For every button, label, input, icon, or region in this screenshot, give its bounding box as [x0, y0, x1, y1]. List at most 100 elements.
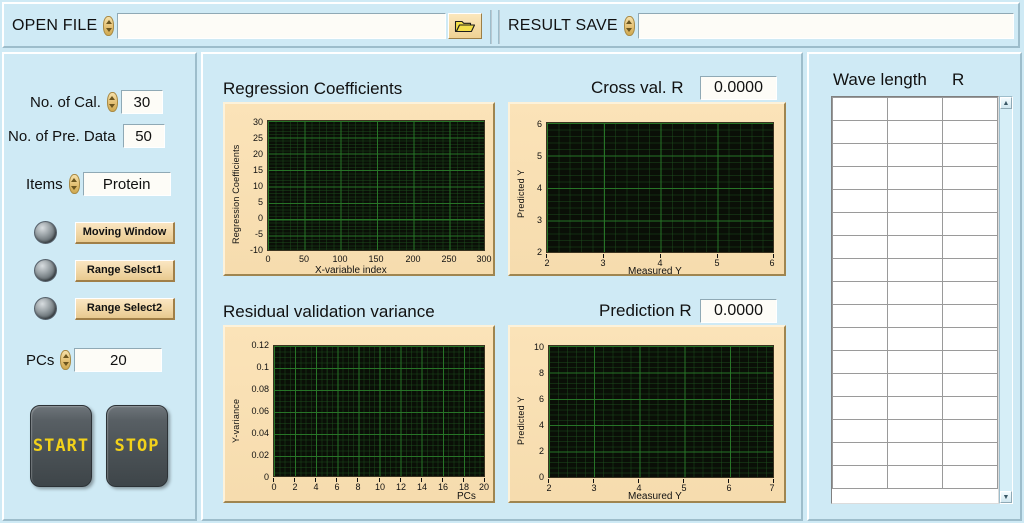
table-cell[interactable]: [887, 258, 943, 282]
table-row[interactable]: [832, 235, 998, 259]
table-cell[interactable]: [832, 327, 888, 351]
table-cell[interactable]: [832, 235, 888, 259]
table-cell[interactable]: [942, 442, 998, 466]
table-cell[interactable]: [887, 419, 943, 443]
table-cell[interactable]: [942, 373, 998, 397]
table-row[interactable]: [832, 442, 998, 466]
no-of-cal-spinner-icon[interactable]: [106, 92, 118, 112]
items-spinner-icon[interactable]: [68, 174, 80, 194]
moving-window-button[interactable]: Moving Window: [75, 221, 175, 244]
table-cell[interactable]: [832, 166, 888, 190]
open-file-path-input[interactable]: [117, 13, 446, 39]
table-cell[interactable]: [942, 258, 998, 282]
table-cell[interactable]: [887, 143, 943, 167]
table-row[interactable]: [832, 304, 998, 328]
table-cell[interactable]: [942, 235, 998, 259]
table-row[interactable]: [832, 166, 998, 190]
table-cell[interactable]: [942, 97, 998, 121]
table-row[interactable]: [832, 419, 998, 443]
items-select[interactable]: Protein: [82, 172, 171, 196]
table-cell[interactable]: [942, 212, 998, 236]
results-table-grid[interactable]: [832, 97, 998, 489]
table-cell[interactable]: [887, 235, 943, 259]
table-cell[interactable]: [887, 212, 943, 236]
table-cell[interactable]: [887, 465, 943, 489]
led-range-select1[interactable]: [34, 259, 57, 282]
table-row[interactable]: [832, 373, 998, 397]
prediction-plot-area[interactable]: [548, 345, 774, 478]
table-cell[interactable]: [887, 281, 943, 305]
results-table-scrollbar[interactable]: ▲ ▼: [999, 96, 1013, 504]
residual-validation-variance-graph[interactable]: Y-variance 0.12 0.1 0.08 0.06 0.04 0.02 …: [223, 325, 495, 503]
table-row[interactable]: [832, 396, 998, 420]
table-cell[interactable]: [832, 143, 888, 167]
result-save-path-input[interactable]: [637, 13, 1014, 39]
led-moving-window[interactable]: [34, 221, 57, 244]
table-cell[interactable]: [942, 143, 998, 167]
pcs-spinner-icon[interactable]: [60, 350, 72, 370]
scroll-down-icon[interactable]: ▼: [1000, 491, 1012, 503]
table-cell[interactable]: [832, 419, 888, 443]
table-row[interactable]: [832, 120, 998, 144]
table-cell[interactable]: [832, 281, 888, 305]
table-cell[interactable]: [887, 166, 943, 190]
cross-validation-graph[interactable]: Predicted Y 6 5 4 3 2 2 3 4 5 6 Measured…: [508, 102, 786, 277]
no-of-pre-data-input[interactable]: 50: [122, 124, 165, 148]
no-of-cal-input[interactable]: 30: [120, 90, 163, 114]
range-select2-button[interactable]: Range Select2: [75, 297, 175, 320]
table-cell[interactable]: [887, 304, 943, 328]
table-cell[interactable]: [942, 281, 998, 305]
range-select1-button[interactable]: Range Selsct1: [75, 259, 175, 282]
table-cell[interactable]: [832, 258, 888, 282]
table-cell[interactable]: [887, 189, 943, 213]
table-cell[interactable]: [832, 465, 888, 489]
results-table[interactable]: [831, 96, 999, 504]
result-save-spinner-icon[interactable]: [623, 16, 635, 36]
table-cell[interactable]: [887, 327, 943, 351]
table-row[interactable]: [832, 258, 998, 282]
table-cell[interactable]: [887, 350, 943, 374]
regression-coefficients-plot-area[interactable]: [267, 120, 485, 251]
table-row[interactable]: [832, 212, 998, 236]
table-cell[interactable]: [942, 396, 998, 420]
table-cell[interactable]: [832, 212, 888, 236]
table-row[interactable]: [832, 143, 998, 167]
regression-coefficients-graph[interactable]: Regression Coefficients 30 25 20 15 10 5…: [223, 102, 495, 276]
folder-open-icon[interactable]: [448, 13, 482, 39]
start-button[interactable]: START: [30, 405, 92, 487]
table-row[interactable]: [832, 189, 998, 213]
table-cell[interactable]: [942, 465, 998, 489]
table-cell[interactable]: [832, 304, 888, 328]
table-cell[interactable]: [887, 120, 943, 144]
table-cell[interactable]: [832, 350, 888, 374]
stop-button[interactable]: STOP: [106, 405, 168, 487]
table-cell[interactable]: [942, 120, 998, 144]
table-cell[interactable]: [832, 97, 888, 121]
pcs-input[interactable]: 20: [74, 348, 163, 372]
scroll-up-icon[interactable]: ▲: [1000, 97, 1012, 109]
table-row[interactable]: [832, 281, 998, 305]
cross-validation-plot-area[interactable]: [546, 122, 774, 253]
table-cell[interactable]: [887, 373, 943, 397]
table-row[interactable]: [832, 350, 998, 374]
table-cell[interactable]: [942, 327, 998, 351]
led-range-select2[interactable]: [34, 297, 57, 320]
table-cell[interactable]: [832, 373, 888, 397]
open-file-spinner-icon[interactable]: [103, 16, 115, 36]
table-cell[interactable]: [832, 396, 888, 420]
table-cell[interactable]: [887, 97, 943, 121]
table-cell[interactable]: [942, 419, 998, 443]
table-cell[interactable]: [942, 189, 998, 213]
table-row[interactable]: [832, 327, 998, 351]
table-cell[interactable]: [832, 120, 888, 144]
table-cell[interactable]: [942, 304, 998, 328]
table-cell[interactable]: [942, 350, 998, 374]
table-cell[interactable]: [832, 442, 888, 466]
table-row[interactable]: [832, 465, 998, 489]
table-cell[interactable]: [887, 396, 943, 420]
table-row[interactable]: [832, 97, 998, 121]
table-cell[interactable]: [832, 189, 888, 213]
table-cell[interactable]: [887, 442, 943, 466]
residual-validation-variance-plot-area[interactable]: [273, 345, 485, 477]
table-cell[interactable]: [942, 166, 998, 190]
